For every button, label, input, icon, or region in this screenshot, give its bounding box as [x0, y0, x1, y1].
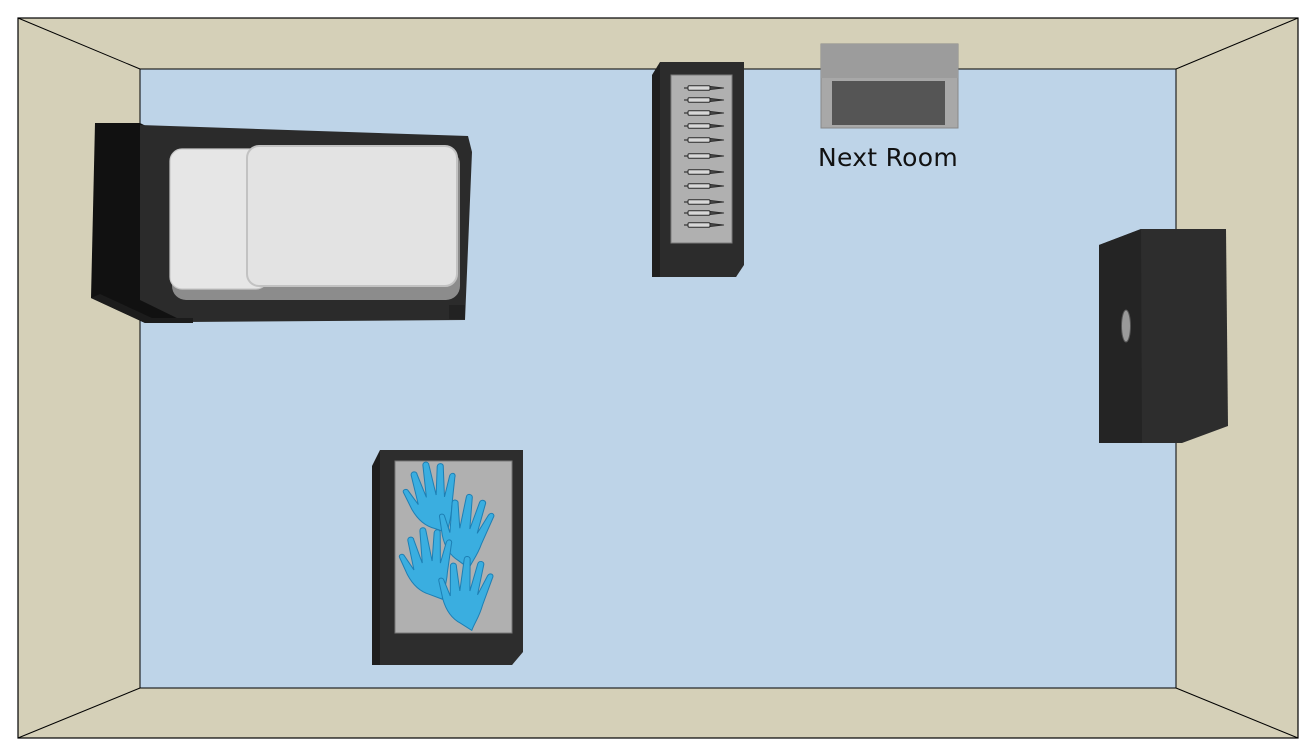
wardrobe[interactable] [1099, 229, 1228, 443]
room-scene [17, 17, 1299, 739]
syringe-cabinet[interactable] [652, 62, 744, 277]
next-room-door[interactable] [820, 43, 959, 129]
wardrobe-handle[interactable] [1121, 309, 1131, 343]
bed[interactable] [91, 123, 472, 323]
door-top-strip [821, 44, 958, 78]
bed-leg [449, 305, 465, 319]
bed-sheet [246, 145, 458, 287]
wardrobe-front [1099, 229, 1142, 443]
door-panel [832, 81, 945, 125]
next-room-label[interactable]: Next Room [808, 143, 968, 172]
glove-table[interactable] [372, 450, 523, 665]
